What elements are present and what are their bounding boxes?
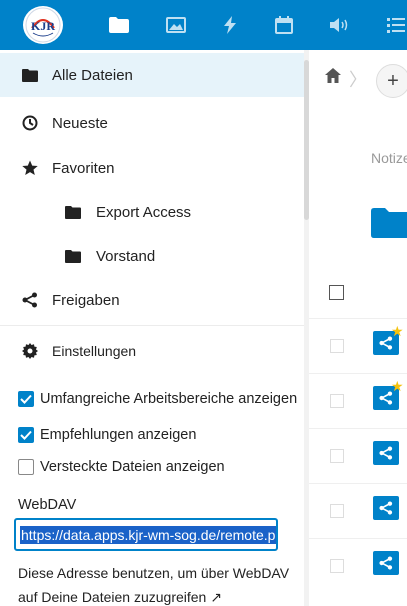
checkbox-checked[interactable]	[18, 427, 34, 443]
nav-all-files[interactable]: Alle Dateien	[0, 53, 304, 97]
webdav-url-field[interactable]: https://data.apps.kjr-wm-sog.de/remote.p…	[14, 518, 278, 551]
nav-shares[interactable]: Freigaben	[0, 278, 304, 322]
share-icon	[22, 292, 38, 308]
files-list-area: 〉 + Notize ★ ★	[309, 50, 407, 606]
nav-label: Alle Dateien	[52, 66, 133, 84]
breadcrumb: 〉 +	[309, 50, 407, 104]
webdav-help-link[interactable]: Diese Adresse benutzen, um über WebDAV a…	[18, 565, 289, 605]
table-row[interactable]: ★	[309, 318, 407, 372]
webdav-title: WebDAV	[18, 497, 77, 513]
svg-text:KJR: KJR	[31, 19, 55, 33]
table-row[interactable]: ★	[309, 373, 407, 427]
checkbox-checked[interactable]	[18, 391, 34, 407]
clock-icon	[22, 115, 38, 131]
favorite-star-icon: ★	[391, 378, 404, 394]
nav-recent[interactable]: Neueste	[0, 101, 304, 145]
option-hidden-files[interactable]: Versteckte Dateien anzeigen	[18, 457, 225, 477]
kjr-logo[interactable]: KJR	[23, 6, 63, 44]
new-file-button[interactable]: +	[376, 64, 407, 98]
row-checkbox[interactable]	[330, 394, 344, 408]
activity-app-icon[interactable]	[218, 13, 242, 37]
shared-folder-icon	[373, 496, 399, 520]
announcements-app-icon[interactable]	[328, 13, 352, 37]
option-label: Empfehlungen anzeigen	[40, 427, 197, 443]
favorite-star-icon: ★	[391, 323, 404, 339]
photos-app-icon[interactable]	[164, 13, 188, 37]
option-label: Versteckte Dateien anzeigen	[40, 459, 225, 475]
nav-favorite-vorstand[interactable]: Vorstand	[0, 234, 304, 278]
webdav-hint[interactable]: Diese Adresse benutzen, um über WebDAV a…	[18, 561, 300, 606]
files-app-icon[interactable]	[107, 13, 131, 37]
row-checkbox[interactable]	[330, 449, 344, 463]
gear-icon	[22, 343, 38, 359]
table-row[interactable]	[309, 428, 407, 482]
shared-folder-icon	[373, 551, 399, 575]
checkbox-unchecked[interactable]	[18, 459, 34, 475]
shared-folder-icon	[373, 441, 399, 465]
settings-toggle[interactable]: Einstellungen	[0, 329, 304, 373]
row-checkbox[interactable]	[330, 559, 344, 573]
nav-label: Export Access	[96, 203, 192, 221]
row-checkbox[interactable]	[330, 504, 344, 518]
calendar-app-icon[interactable]	[272, 13, 296, 37]
folder-icon	[65, 248, 81, 264]
folder-icon[interactable]	[371, 208, 407, 243]
select-all-checkbox[interactable]	[329, 285, 344, 300]
star-icon	[22, 160, 38, 176]
workspace-notes-label: Notize	[371, 150, 407, 166]
home-icon[interactable]	[325, 68, 341, 88]
nav-label: Neueste	[52, 114, 108, 132]
settings-label: Einstellungen	[52, 343, 137, 359]
option-recommendations[interactable]: Empfehlungen anzeigen	[18, 425, 196, 445]
table-row[interactable]	[309, 483, 407, 537]
webdav-url-text: https://data.apps.kjr-wm-sog.de/remote.p…	[20, 525, 276, 544]
folder-icon	[65, 204, 81, 220]
top-header: KJR	[0, 0, 407, 50]
nav-favorites[interactable]: Favoriten	[0, 146, 304, 190]
table-row[interactable]	[309, 538, 407, 592]
sidebar-divider	[0, 325, 304, 326]
option-rich-workspaces[interactable]: Umfangreiche Arbeitsbereiche anzeigen	[18, 389, 297, 409]
option-label: Umfangreiche Arbeitsbereiche anzeigen	[40, 391, 298, 407]
breadcrumb-separator: 〉	[349, 70, 367, 90]
row-checkbox[interactable]	[330, 339, 344, 353]
nav-label: Vorstand	[96, 247, 156, 265]
nav-label: Favoriten	[52, 159, 115, 177]
tasks-app-icon[interactable]	[384, 13, 407, 37]
nav-favorite-export-access[interactable]: Export Access	[0, 190, 304, 234]
folder-icon	[22, 67, 38, 83]
nav-label: Freigaben	[52, 291, 120, 309]
